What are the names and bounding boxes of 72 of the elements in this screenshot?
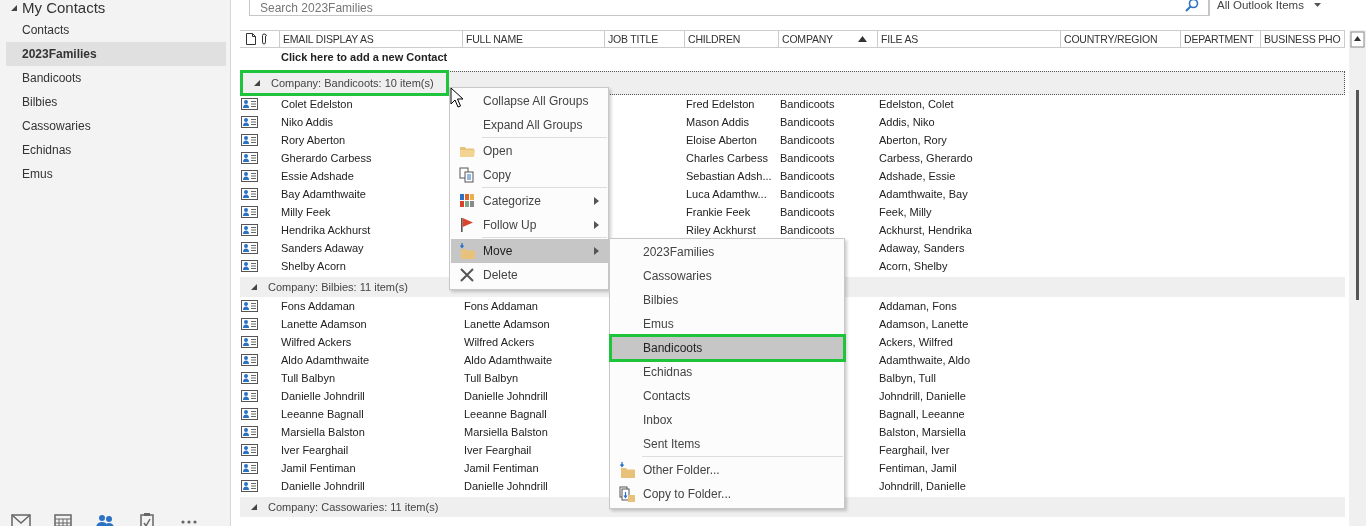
group-label: Company: Cassowaries: 11 item(s) [268, 501, 439, 513]
table-cell: Iver Fearghail [281, 444, 349, 456]
table-cell: Aldo Adamthwaite [464, 354, 553, 366]
table-cell: Fons Addaman [281, 300, 355, 312]
table-cell: Charles Carbess [686, 152, 768, 164]
table-cell: Addaman, Fons [879, 300, 957, 312]
table-cell: Carbess, Gherardo [879, 152, 973, 164]
table-cell: Addis, Niko [879, 116, 935, 128]
table-cell: Feek, Milly [879, 206, 932, 218]
table-cell: Eloise Aberton [686, 134, 757, 146]
table-cell: Lanette Adamson [281, 318, 367, 330]
table-cell: Jamil Fentiman [464, 462, 539, 474]
table-cell: Bandicoots [780, 188, 835, 200]
table-cell: Johndrill, Danielle [879, 390, 966, 402]
table-cell: Fons Addaman [464, 300, 538, 312]
table-cell: Iver Fearghail [464, 444, 532, 456]
table-cell: Bandicoots [780, 206, 835, 218]
table-cell: Leeanne Bagnall [281, 408, 364, 420]
table-cell: Danielle Johndrill [464, 390, 548, 402]
table-cell: Tull Balbyn [464, 372, 518, 384]
table-cell: Acorn, Shelby [879, 260, 948, 272]
table-cell: Wilfred Ackers [464, 336, 535, 348]
table-cell: Balbyn, Tull [879, 372, 936, 384]
table-cell: Fentiman, Jamil [879, 462, 957, 474]
table-cell: Marsiella Balston [281, 426, 365, 438]
table-cell: Balston, Marsiella [879, 426, 966, 438]
table-cell: Marsiella Balston [464, 426, 548, 438]
table-cell: Ackhurst, Hendrika [879, 224, 972, 236]
table-cell: Danielle Johndrill [464, 480, 548, 492]
table-cell: Colet Edelston [281, 98, 353, 110]
table-cell: Leeanne Bagnall [464, 408, 547, 420]
table-cell: Essie Adshade [281, 170, 354, 182]
table-cell: Sanders Adaway [281, 242, 364, 254]
table-cell: Adamson, Lanette [879, 318, 969, 330]
table-cell: Luca Adamthw... [686, 188, 767, 200]
table-cell: Aberton, Rory [879, 134, 947, 146]
table-cell: Milly Feek [281, 206, 331, 218]
table-cell: Wilfred Ackers [281, 336, 352, 348]
table-cell: Hendrika Ackhurst [281, 224, 371, 236]
table-cell: Johndrill, Danielle [879, 480, 966, 492]
table-cell: Fearghail, Iver [879, 444, 950, 456]
table-cell: Bandicoots [780, 134, 835, 146]
table-cell: Jamil Fentiman [281, 462, 356, 474]
table-cell: Niko Addis [281, 116, 333, 128]
table-cell: Aldo Adamthwaite [281, 354, 370, 366]
table-cell: Bandicoots [780, 152, 835, 164]
table-cell: Fred Edelston [686, 98, 755, 110]
table-cell: Danielle Johndrill [281, 480, 365, 492]
group-label: Company: Bandicoots: 10 item(s) [271, 77, 434, 89]
table-cell: Mason Addis [686, 116, 749, 128]
table-cell: Sebastian Adsh... [686, 170, 772, 182]
table-cell: Tull Balbyn [281, 372, 335, 384]
table-cell: Frankie Feek [686, 206, 751, 218]
table-cell: Adshade, Essie [879, 170, 956, 182]
table-cell: Bandicoots [780, 116, 835, 128]
group-label: Company: Bilbies: 11 item(s) [268, 281, 408, 293]
table-cell: Riley Ackhurst [686, 224, 756, 236]
table-cell: Bandicoots [780, 224, 835, 236]
table-cell: Adamthwaite, Bay [879, 188, 968, 200]
table-cell: Gherardo Carbess [281, 152, 372, 164]
table-cell: Danielle Johndrill [281, 390, 365, 402]
table-cell: Bagnall, Leeanne [879, 408, 965, 420]
table-cell: Adaway, Sanders [879, 242, 965, 254]
table-cell: Bandicoots [780, 98, 835, 110]
table-cell: Bay Adamthwaite [281, 188, 366, 200]
table-cell: Shelby Acorn [281, 260, 346, 272]
table-cell: Adamthwaite, Aldo [879, 354, 971, 366]
table-cell: Edelston, Colet [879, 98, 954, 110]
table-cell: Lanette Adamson [464, 318, 550, 330]
table-cell: Rory Aberton [281, 134, 346, 146]
table-cell: Ackers, Wilfred [879, 336, 953, 348]
table-cell: Bandicoots [780, 170, 835, 182]
